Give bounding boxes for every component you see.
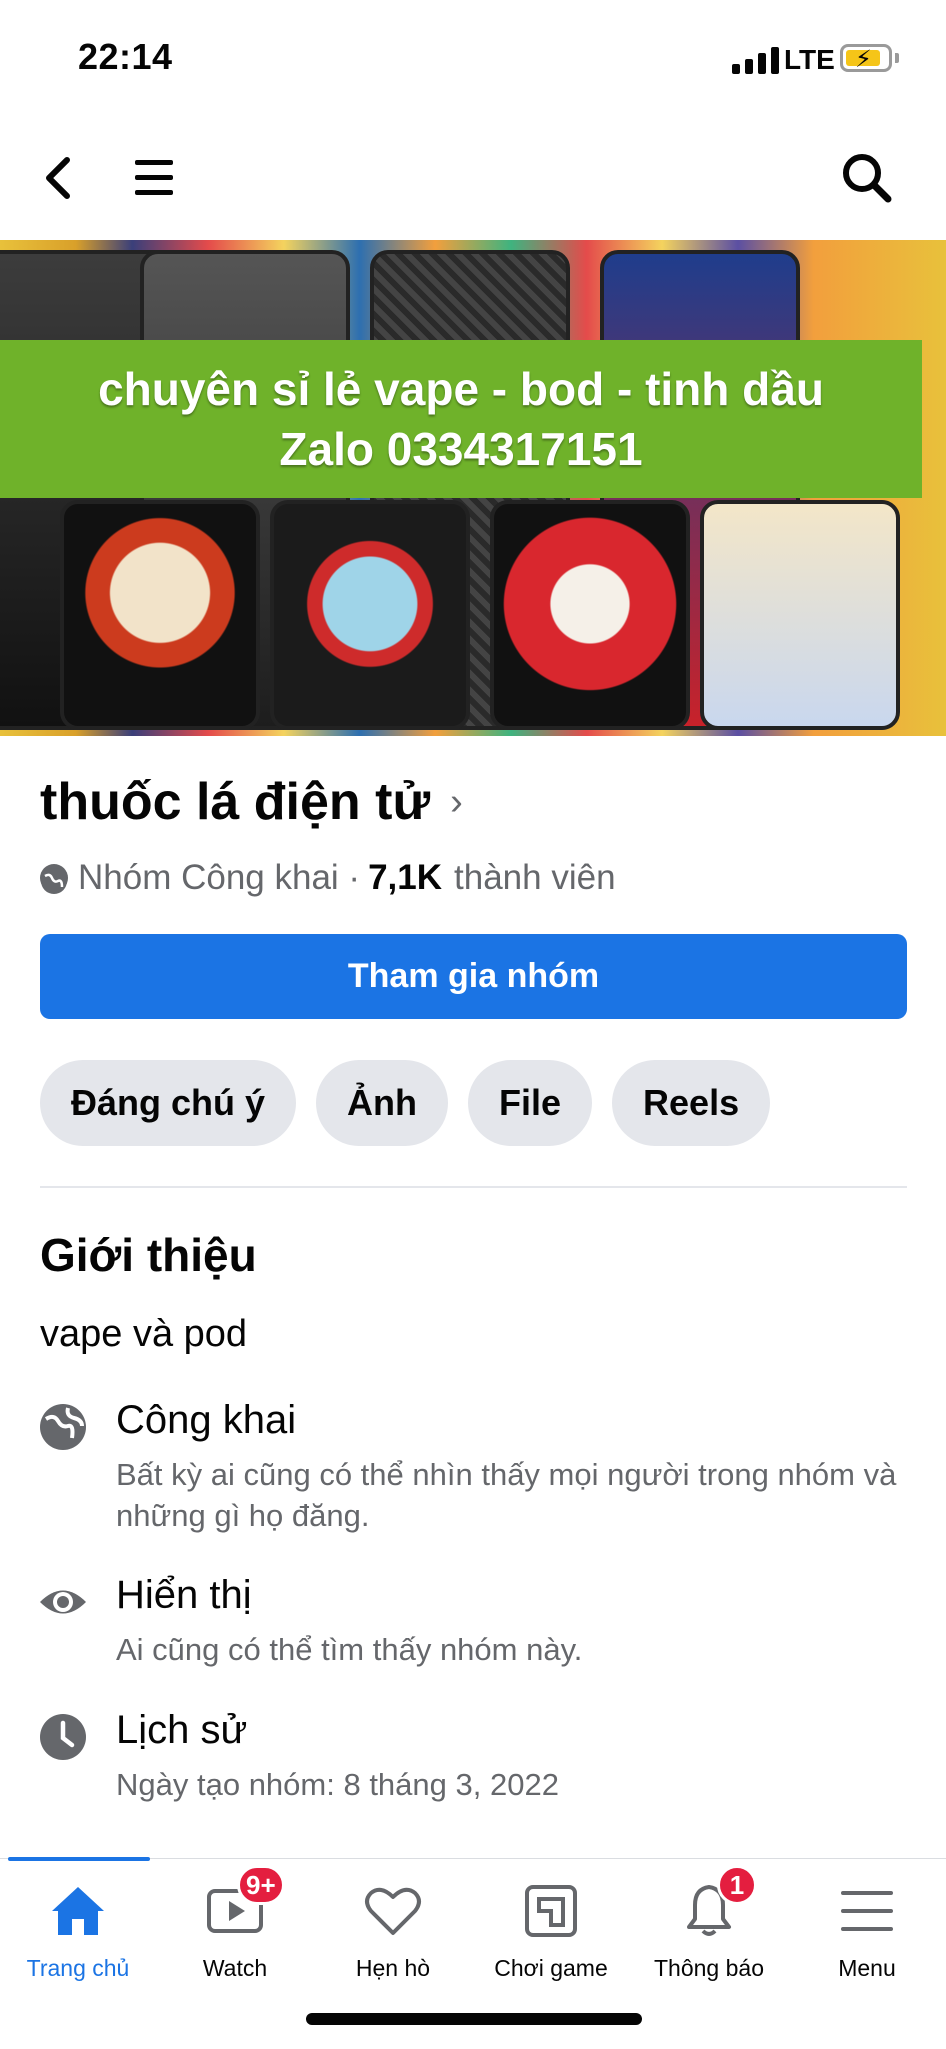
home-indicator[interactable]	[306, 2013, 642, 2025]
clock-icon	[38, 1712, 88, 1762]
cover-line-2: Zalo 0334317151	[279, 423, 643, 475]
notification-badge: 1	[717, 1865, 757, 1905]
about-title: Giới thiệu	[40, 1229, 257, 1281]
group-tabs: Đáng chú ý Ảnh File Reels	[40, 1060, 771, 1146]
game-icon	[519, 1879, 583, 1943]
watch-icon: 9+	[203, 1865, 285, 1943]
join-group-button[interactable]: Tham gia nhóm	[40, 934, 907, 1019]
search-icon[interactable]	[837, 148, 897, 208]
tab-gaming-label: Chơi game	[494, 1955, 608, 1981]
tab-menu-label: Menu	[838, 1955, 896, 1981]
chip-featured[interactable]: Đáng chú ý	[40, 1060, 297, 1146]
tab-dating-label: Hẹn hò	[355, 1955, 431, 1981]
bell-icon: 1	[677, 1865, 757, 1943]
top-nav	[0, 130, 946, 226]
signal-icon	[732, 46, 779, 74]
active-tab-indicator	[8, 1857, 150, 1861]
divider	[40, 1186, 907, 1188]
watch-badge: 9+	[237, 1865, 285, 1905]
chip-reels[interactable]: Reels	[612, 1060, 771, 1146]
cover-banner: chuyên sỉ lẻ vape - bod - tinh dầu Zalo …	[0, 340, 922, 498]
status-time: 22:14	[78, 36, 173, 77]
group-name: thuốc lá điện tử	[40, 773, 431, 831]
hamburger-icon[interactable]	[124, 148, 184, 208]
info-visible-desc: Ai cũng có thể tìm thấy nhóm này.	[116, 1632, 583, 1667]
globe-icon	[38, 1402, 88, 1452]
tab-menu[interactable]: Menu	[789, 1879, 945, 1999]
info-public-label: Công khai	[116, 1398, 297, 1442]
group-meta: Nhóm Công khai · 7,1K thành viên	[40, 858, 616, 898]
info-history-label: Lịch sử	[116, 1708, 248, 1752]
chip-photos[interactable]: Ảnh	[316, 1060, 449, 1146]
group-cover-photo[interactable]: chuyên sỉ lẻ vape - bod - tinh dầu Zalo …	[0, 240, 946, 736]
eye-icon	[38, 1577, 88, 1627]
info-history: Lịch sử Ngày tạo nhóm: 8 tháng 3, 2022	[38, 1708, 908, 1808]
member-count[interactable]: 7,1K	[368, 858, 442, 898]
info-public-desc: Bất kỳ ai cũng có thể nhìn thấy mọi ngườ…	[116, 1457, 897, 1533]
menu-icon	[835, 1879, 899, 1943]
group-privacy: Nhóm Công khai ·	[78, 858, 361, 897]
network-type: LTE	[784, 44, 835, 75]
battery-icon: ⚡	[840, 44, 892, 73]
status-bar: 22:14 LTE ⚡	[0, 0, 946, 120]
globe-icon	[40, 864, 68, 894]
tab-watch-label: Watch	[202, 1955, 268, 1981]
back-icon[interactable]	[28, 148, 88, 208]
home-icon	[46, 1879, 110, 1943]
cover-line-1: chuyên sỉ lẻ vape - bod - tinh dầu	[98, 363, 824, 415]
chevron-right-icon: ›	[450, 780, 463, 823]
about-description: vape và pod	[40, 1313, 248, 1355]
tab-home-label: Trang chủ	[26, 1955, 130, 1981]
chip-files[interactable]: File	[468, 1060, 593, 1146]
tab-notifications-label: Thông báo	[654, 1955, 764, 1981]
info-history-desc: Ngày tạo nhóm: 8 tháng 3, 2022	[116, 1767, 559, 1802]
group-name-link[interactable]: thuốc lá điện tử ›	[40, 772, 463, 832]
tab-notifications[interactable]: 1 Thông báo	[631, 1865, 787, 1999]
heart-icon	[361, 1879, 425, 1943]
tab-dating[interactable]: Hẹn hò	[315, 1879, 471, 1999]
member-label: thành viên	[454, 858, 616, 897]
tab-gaming[interactable]: Chơi game	[473, 1879, 629, 1999]
info-visible-label: Hiển thị	[116, 1573, 252, 1617]
info-public: Công khai Bất kỳ ai cũng có thể nhìn thấ…	[38, 1398, 908, 1538]
tab-home[interactable]: Trang chủ	[0, 1879, 156, 1999]
info-visible: Hiển thị Ai cũng có thể tìm thấy nhóm nà…	[38, 1573, 908, 1673]
tab-watch[interactable]: 9+ Watch	[157, 1865, 313, 1999]
